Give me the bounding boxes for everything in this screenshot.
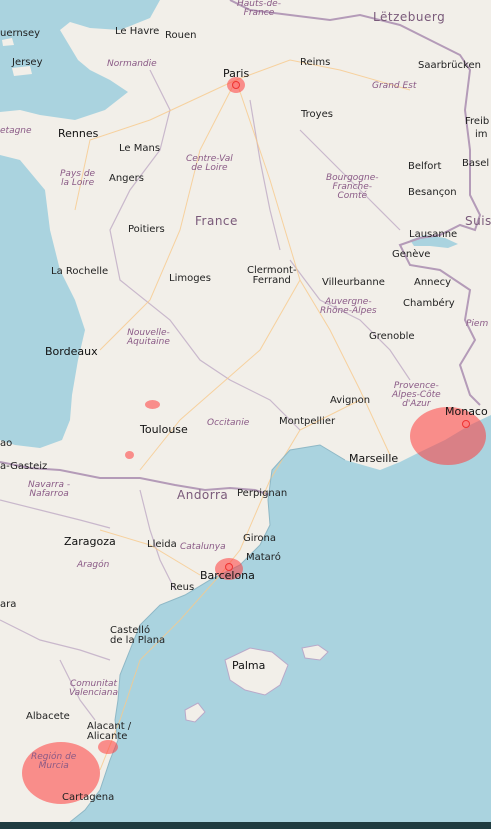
label-hauts-de-france: Hauts-de- France — [237, 0, 281, 18]
label-besancon: Besançon — [408, 187, 457, 198]
label-bourgogne: Bourgogne- Franche- Comté — [326, 173, 379, 201]
label-monaco: Monaco — [445, 405, 488, 418]
label-geneve: Genève — [392, 249, 431, 260]
label-villeurbanne: Villeurbanne — [322, 277, 385, 288]
label-girona: Girona — [243, 533, 277, 544]
label-mataro: Mataró — [246, 552, 281, 563]
label-grenoble: Grenoble — [369, 331, 415, 342]
label-im: im — [475, 129, 488, 140]
map-canvas[interactable]: Hauts-de- France Lëtzebuerg uernsey Jers… — [0, 0, 491, 829]
label-centre-val-de-loire: Centre-Val de Loire — [186, 154, 233, 173]
label-normandie: Normandie — [107, 59, 157, 69]
label-region-de-murcia: Región de Murcia — [31, 752, 77, 771]
label-grand-est: Grand Est — [372, 81, 417, 91]
map-footer-bar — [0, 822, 491, 829]
label-paris: Paris — [223, 67, 250, 80]
hotspot-alicante[interactable] — [98, 740, 118, 754]
city-marker-paris — [232, 81, 240, 89]
label-ao: ao — [0, 438, 13, 449]
label-cartagena: Cartagena — [62, 792, 115, 803]
label-reims: Reims — [300, 57, 331, 68]
label-albacete: Albacete — [26, 711, 70, 722]
label-rennes: Rennes — [58, 127, 99, 140]
label-le-havre: Le Havre — [115, 26, 160, 37]
label-reus: Reus — [170, 582, 195, 593]
label-suis: Suis — [465, 214, 491, 228]
label-annecy: Annecy — [414, 277, 452, 288]
label-occitanie: Occitanie — [207, 418, 250, 428]
label-barcelona: Barcelona — [200, 569, 255, 582]
label-zaragoza: Zaragoza — [64, 535, 116, 548]
label-belfort: Belfort — [408, 161, 442, 172]
label-saarbrucken: Saarbrücken — [418, 60, 481, 71]
label-basel: Basel — [462, 158, 490, 169]
label-navarra: Navarra - Nafarroa — [28, 480, 71, 499]
city-marker-monaco — [462, 420, 470, 428]
label-bordeaux: Bordeaux — [45, 345, 98, 358]
label-alacant: Alacant / Alicante — [87, 721, 132, 742]
label-palma: Palma — [232, 659, 266, 672]
label-auvergne: Auvergne- Rhône-Alpes — [320, 297, 377, 316]
label-chambery: Chambéry — [403, 298, 455, 309]
label-comunitat-valenciana: Comunitat Valenciana — [69, 679, 119, 698]
label-ara: ara — [0, 599, 17, 610]
map-base — [0, 0, 491, 829]
label-guernsey: uernsey — [0, 28, 41, 39]
label-jersey: Jersey — [12, 57, 43, 68]
label-le-mans: Le Mans — [119, 143, 161, 154]
label-marseille: Marseille — [349, 452, 399, 465]
label-limoges: Limoges — [169, 273, 211, 284]
label-france: France — [195, 214, 238, 228]
label-lleida: Lleida — [147, 539, 177, 550]
label-catalunya: Catalunya — [180, 542, 226, 552]
label-montpellier: Montpellier — [279, 416, 336, 427]
label-vitoria-gasteiz: a-Gasteiz — [0, 461, 48, 472]
label-piem: Piem — [466, 319, 489, 329]
label-la-rochelle: La Rochelle — [51, 266, 109, 277]
hotspot-pyrenees[interactable] — [125, 451, 134, 459]
label-aragon: Aragón — [77, 560, 110, 570]
label-angers: Angers — [109, 173, 144, 184]
label-perpignan: Perpignan — [237, 488, 288, 499]
label-provence: Provence- Alpes-Côte d'Azur — [392, 381, 441, 409]
label-lausanne: Lausanne — [409, 229, 458, 240]
label-avignon: Avignon — [330, 395, 371, 406]
label-rouen: Rouen — [165, 30, 197, 41]
label-letzebuerg: Lëtzebuerg — [373, 10, 446, 24]
label-poitiers: Poitiers — [128, 224, 165, 235]
label-nouvelle-aquitaine: Nouvelle- Aquitaine — [127, 328, 170, 347]
label-andorra: Andorra — [177, 488, 229, 502]
hotspot-toulouse[interactable] — [145, 400, 160, 409]
label-troyes: Troyes — [301, 109, 333, 120]
label-pays-de-la-loire: Pays de la Loire — [60, 169, 96, 188]
label-castello: Castelló de la Plana — [110, 625, 166, 646]
label-bretagne: etagne — [0, 126, 32, 136]
label-freib: Freib — [465, 116, 490, 127]
label-clermont-ferrand: Clermont- Ferrand — [247, 265, 297, 286]
label-toulouse: Toulouse — [140, 423, 188, 436]
